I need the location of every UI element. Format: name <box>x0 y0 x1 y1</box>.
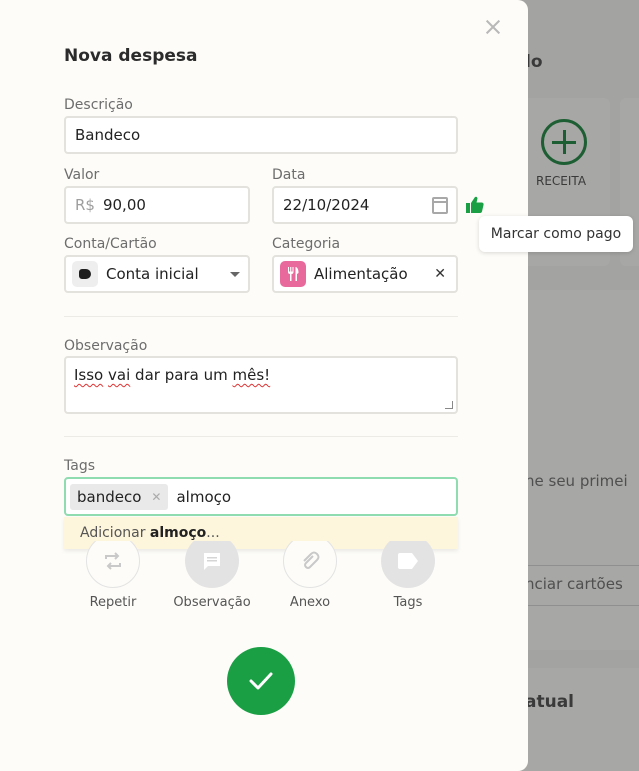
repeat-button[interactable] <box>85 541 141 589</box>
observacao-word: dar <box>135 366 160 384</box>
suggestion-value: almoço <box>149 525 207 541</box>
background-text-1: ne seu primei <box>525 472 628 490</box>
paperclip-icon <box>283 541 337 588</box>
confirm-button[interactable] <box>227 647 295 715</box>
categoria-value: Alimentação <box>314 265 408 283</box>
data-value: 22/10/2024 <box>283 196 370 214</box>
valor-value: 90,00 <box>102 196 146 214</box>
repeat-icon <box>86 541 140 588</box>
categoria-select[interactable]: Alimentação ✕ <box>272 255 458 293</box>
descricao-value: Bandeco <box>75 126 141 144</box>
conta-label: Conta/Cartão <box>64 236 157 252</box>
divider <box>64 316 458 317</box>
descricao-label: Descrição <box>64 97 133 113</box>
data-input[interactable]: 22/10/2024 <box>272 186 458 224</box>
observacao-textarea[interactable]: Isso vai dar para um mês! <box>64 356 458 414</box>
background-text-2: nciar cartões <box>525 575 623 593</box>
note-button[interactable] <box>184 541 240 589</box>
wallet-icon <box>72 261 98 287</box>
new-expense-modal: Nova despesa Descrição Bandeco Valor R$ … <box>0 0 528 771</box>
background-text-3: atual <box>525 692 574 712</box>
tags-field[interactable]: bandeco ✕ <box>64 477 458 516</box>
observacao-word: um <box>203 366 228 384</box>
chevron-down-icon <box>230 272 240 277</box>
observacao-word: para <box>164 366 199 384</box>
tags-button[interactable] <box>380 541 436 589</box>
observacao-word: vai <box>108 366 131 384</box>
observacao-word: mês! <box>232 366 271 384</box>
observacao-word: Isso <box>74 366 104 384</box>
observacao-label: Observação <box>64 338 148 354</box>
conta-value: Conta inicial <box>106 265 199 283</box>
tag-chip: bandeco ✕ <box>70 483 169 510</box>
data-label: Data <box>272 167 306 183</box>
close-icon[interactable] <box>482 16 504 38</box>
receita-label: RECEITA <box>536 174 587 188</box>
modal-title: Nova despesa <box>64 46 198 66</box>
thumbs-up-icon[interactable] <box>465 196 485 214</box>
conta-select[interactable]: Conta inicial <box>64 255 250 293</box>
tag-icon <box>381 541 435 588</box>
calendar-icon[interactable] <box>432 197 448 214</box>
valor-input[interactable]: R$ 90,00 <box>64 186 250 224</box>
tags-label: Tags <box>64 458 95 474</box>
resize-handle[interactable] <box>445 401 453 409</box>
suggestion-suffix: ... <box>206 525 220 541</box>
repeat-label: Repetir <box>89 595 137 610</box>
note-icon <box>185 541 239 588</box>
remove-tag-icon[interactable]: ✕ <box>151 490 161 504</box>
categoria-label: Categoria <box>272 236 341 252</box>
attachment-button[interactable] <box>282 541 338 589</box>
tags-input[interactable] <box>176 487 377 506</box>
checkmark-icon <box>249 672 273 690</box>
divider <box>64 436 458 437</box>
valor-label: Valor <box>64 167 100 183</box>
fork-knife-icon <box>280 261 306 287</box>
tags-action-label: Tags <box>393 595 423 610</box>
suggestion-prefix: Adicionar <box>80 525 146 541</box>
descricao-input[interactable]: Bandeco <box>64 116 458 154</box>
currency-prefix: R$ <box>75 196 95 214</box>
plus-circle-icon <box>541 119 587 165</box>
attachment-label: Anexo <box>289 595 331 610</box>
note-label: Observação <box>173 595 251 610</box>
clear-icon[interactable]: ✕ <box>434 266 446 282</box>
mark-as-paid-tooltip: Marcar como pago <box>479 216 633 252</box>
tag-chip-label: bandeco <box>77 487 142 506</box>
